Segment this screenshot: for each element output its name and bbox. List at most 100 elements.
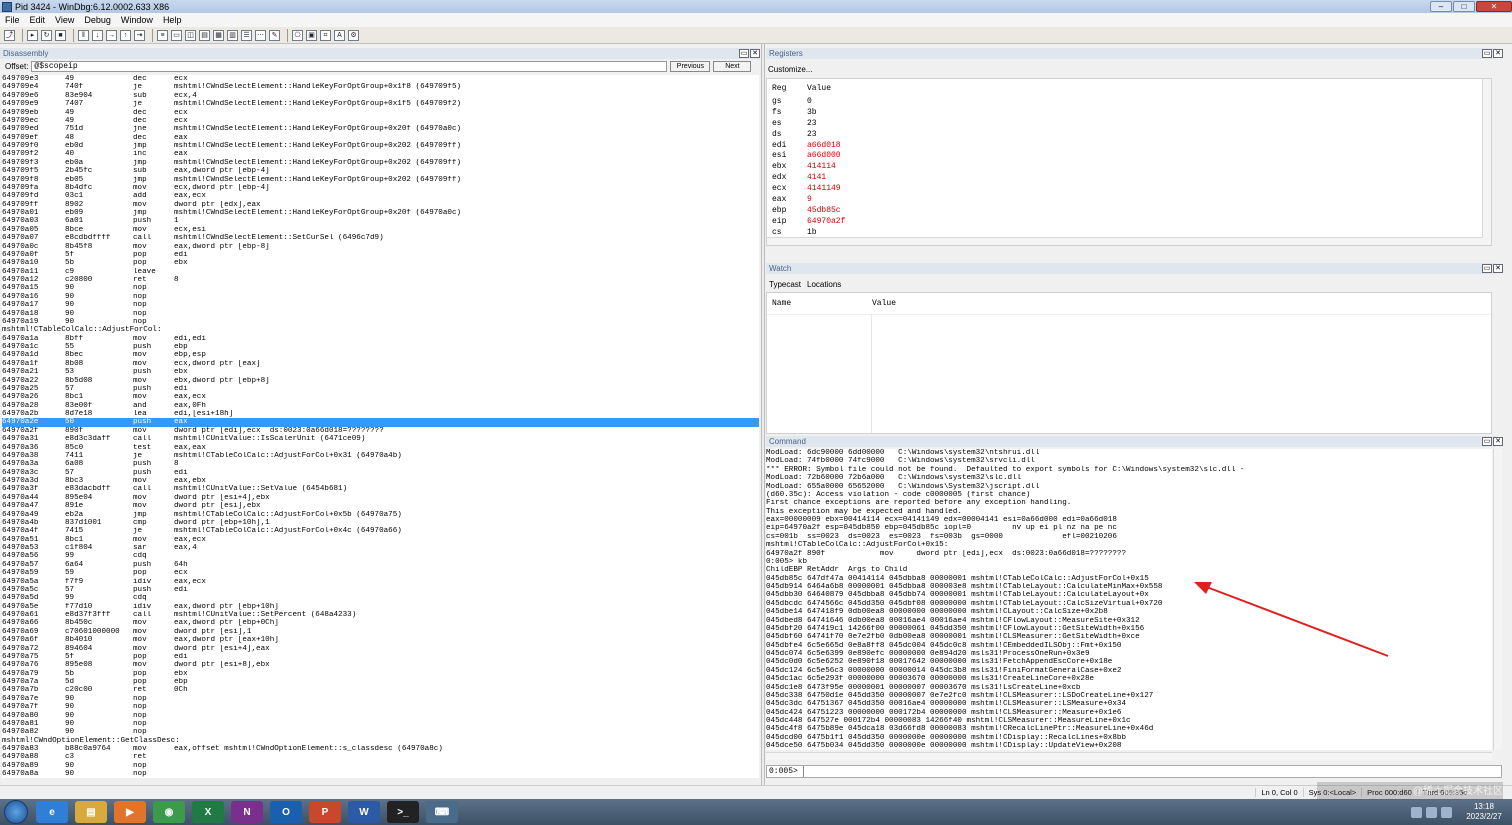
- instruction-row[interactable]: 64970a1d 8bec mov ebp,esp: [2, 351, 759, 359]
- menu-view[interactable]: View: [50, 13, 79, 27]
- instruction-row[interactable]: 649709ef 48 dec eax: [2, 134, 759, 142]
- instruction-row[interactable]: 649709f8 eb05 jmp mshtml!CWndSelectElement:…: [2, 176, 759, 184]
- disassembly-view[interactable]: 649709e3 49 dec ecx 649709e4 740f je mshtml!CWn…: [2, 75, 759, 778]
- instruction-row[interactable]: 64970a21 53 push ebx: [2, 368, 759, 376]
- instruction-row[interactable]: 64970a6f 8b4010 mov eax,dword ptr [eax+10h]: [2, 636, 759, 644]
- instruction-row[interactable]: 64970a69 c70601000000 mov dword ptr [esi],1: [2, 628, 759, 636]
- instruction-row[interactable]: 649709f2 40 inc eax: [2, 150, 759, 158]
- instruction-row[interactable]: 64970a81 90 nop: [2, 720, 759, 728]
- reg-column-header[interactable]: Reg: [767, 84, 807, 93]
- instruction-row[interactable]: 64970a89 90 nop: [2, 762, 759, 770]
- instruction-row[interactable]: 64970a12 c20800 ret 8: [2, 276, 759, 284]
- instruction-row[interactable]: 64970a5d 99 cdq: [2, 594, 759, 602]
- instruction-row[interactable]: 64970a2f 890f mov dword ptr [edi],ecx ds:00…: [2, 427, 759, 435]
- register-row[interactable]: eax 9: [767, 195, 1491, 206]
- break-icon[interactable]: ‖: [78, 29, 89, 41]
- instruction-row[interactable]: 649709e4 740f je mshtml!CWndSelectElement::…: [2, 83, 759, 91]
- instruction-row[interactable]: 649709f5 2b45fc sub eax,dword ptr [ebp-4]: [2, 167, 759, 175]
- source-mode-icon[interactable]: ≡: [157, 29, 168, 41]
- instruction-row[interactable]: 64970a4f 7415 je mshtml!CTableColCalc::Adju…: [2, 527, 759, 535]
- excel-icon[interactable]: X: [192, 801, 224, 823]
- step-over-icon[interactable]: →: [106, 29, 117, 41]
- instruction-row[interactable]: 64970a01 eb09 jmp mshtml!CWndSelectElement:…: [2, 209, 759, 217]
- battery-icon[interactable]: [1441, 806, 1452, 818]
- start-button-icon[interactable]: [4, 800, 28, 824]
- instruction-row[interactable]: 649709f3 eb0a jmp mshtml!CWndSelectElement:…: [2, 159, 759, 167]
- instruction-row[interactable]: 64970a4b 837d1001 cmp dword ptr [ebp+10h],1: [2, 519, 759, 527]
- memory-window-icon[interactable]: ▥: [227, 29, 238, 41]
- pane-dock-icon[interactable]: ▭: [1482, 264, 1492, 273]
- instruction-row[interactable]: 64970a19 90 nop: [2, 318, 759, 326]
- instruction-row[interactable]: 64970a1c 55 push ebp: [2, 343, 759, 351]
- command-input[interactable]: [803, 766, 1501, 777]
- instruction-row[interactable]: 64970a72 894604 mov dword ptr [esi+4],eax: [2, 645, 759, 653]
- ie-icon[interactable]: e: [36, 801, 68, 823]
- locations-button[interactable]: Locations: [804, 280, 844, 289]
- hex-mode-icon[interactable]: ⌗: [320, 29, 331, 41]
- instruction-row[interactable]: 64970a36 85c0 test eax,eax: [2, 444, 759, 452]
- instruction-row[interactable]: 64970a8a 90 nop: [2, 770, 759, 778]
- disassembly-icon[interactable]: ⋯: [255, 29, 266, 41]
- value-column-header[interactable]: Value: [872, 299, 896, 308]
- onenote-icon[interactable]: N: [231, 801, 263, 823]
- clock[interactable]: 13:18 2023/2/27: [1456, 802, 1512, 822]
- watch-window-icon[interactable]: ◫: [185, 29, 196, 41]
- pane-splitter[interactable]: [761, 44, 765, 785]
- pane-dock-icon[interactable]: ▭: [739, 49, 749, 58]
- register-row[interactable]: es 23: [767, 119, 1491, 130]
- selected-instruction-row[interactable]: 64970a2e 50 push eax: [2, 418, 759, 427]
- instruction-row[interactable]: 64970a49 eb2a jmp mshtml!CTableColCalc::Adj…: [2, 511, 759, 519]
- windbg-icon[interactable]: ⌨: [426, 801, 458, 823]
- instruction-row[interactable]: 64970a83 b88c0a9764 mov eax,offset mshtml!C…: [2, 745, 759, 753]
- instruction-row[interactable]: 649709ed 751d jne mshtml!CWndSelectElement:…: [2, 125, 759, 133]
- command-window-icon[interactable]: ▭: [171, 29, 182, 41]
- previous-button[interactable]: Previous: [670, 61, 711, 72]
- instruction-row[interactable]: 64970a10 5b pop ebx: [2, 259, 759, 267]
- register-row[interactable]: edi a66d018: [767, 141, 1491, 152]
- network-icon[interactable]: [1411, 806, 1422, 818]
- instruction-row[interactable]: 64970a18 90 nop: [2, 310, 759, 318]
- cmd-icon[interactable]: >_: [387, 801, 419, 823]
- minimize-button[interactable]: –: [1430, 1, 1452, 12]
- maximize-button[interactable]: □: [1453, 1, 1475, 12]
- pane-close-icon[interactable]: ✕: [1493, 49, 1503, 58]
- menu-window[interactable]: Window: [116, 13, 158, 27]
- instruction-row[interactable]: 64970a0c 8b45f8 mov eax,dword ptr [ebp-8]: [2, 243, 759, 251]
- instruction-row[interactable]: 64970a51 8bc1 mov eax,ecx: [2, 536, 759, 544]
- instruction-row[interactable]: 64970a28 83e00f and eax,0Fh: [2, 402, 759, 410]
- instruction-row[interactable]: 64970a66 8b450c mov eax,dword ptr [ebp+0Ch]: [2, 619, 759, 627]
- instruction-row[interactable]: 649709e9 7407 je mshtml!CWndSelectElement::…: [2, 100, 759, 108]
- instruction-row[interactable]: 64970a17 90 nop: [2, 301, 759, 309]
- instruction-row[interactable]: 649709e3 49 dec ecx: [2, 75, 759, 83]
- call-stack-icon[interactable]: ☰: [241, 29, 252, 41]
- font-icon[interactable]: A: [334, 29, 345, 41]
- instruction-row[interactable]: 64970a7a 5d pop ebp: [2, 678, 759, 686]
- locals-window-icon[interactable]: ▤: [199, 29, 210, 41]
- instruction-row[interactable]: 64970a15 90 nop: [2, 284, 759, 292]
- command-hscrollbar[interactable]: [766, 752, 1492, 760]
- explorer-icon[interactable]: ▤: [75, 801, 107, 823]
- instruction-row[interactable]: 649709e6 83e904 sub ecx,4: [2, 92, 759, 100]
- instruction-row[interactable]: 64970a75 5f pop edi: [2, 653, 759, 661]
- instruction-row[interactable]: 64970a03 6a01 push 1: [2, 217, 759, 225]
- menu-help[interactable]: Help: [158, 13, 187, 27]
- instruction-row[interactable]: 64970a38 7411 je mshtml!CTableColCalc::Adju…: [2, 452, 759, 460]
- instruction-row[interactable]: 64970a0f 5f pop edi: [2, 251, 759, 259]
- instruction-row[interactable]: 64970a25 57 push edi: [2, 385, 759, 393]
- name-column-header[interactable]: Name: [767, 299, 872, 308]
- registers-hscrollbar[interactable]: [767, 237, 1483, 245]
- instruction-row[interactable]: 649709eb 49 dec ecx: [2, 109, 759, 117]
- powerpoint-icon[interactable]: P: [309, 801, 341, 823]
- pane-close-icon[interactable]: ✕: [1493, 437, 1503, 446]
- restart-icon[interactable]: ↻: [41, 29, 52, 41]
- register-row[interactable]: fs 3b: [767, 108, 1491, 119]
- instruction-row[interactable]: 64970a7e 90 nop: [2, 695, 759, 703]
- registers-vscrollbar[interactable]: [1482, 79, 1491, 245]
- instruction-row[interactable]: 64970a5a f7f9 idiv eax,ecx: [2, 578, 759, 586]
- menu-debug[interactable]: Debug: [79, 13, 116, 27]
- media-player-icon[interactable]: ▶: [114, 801, 146, 823]
- instruction-row[interactable]: 64970a3a 6a08 push 8: [2, 460, 759, 468]
- instruction-row[interactable]: 64970a57 6a64 push 64h: [2, 561, 759, 569]
- instruction-row[interactable]: 64970a82 90 nop: [2, 728, 759, 736]
- stop-icon[interactable]: ■: [55, 29, 66, 41]
